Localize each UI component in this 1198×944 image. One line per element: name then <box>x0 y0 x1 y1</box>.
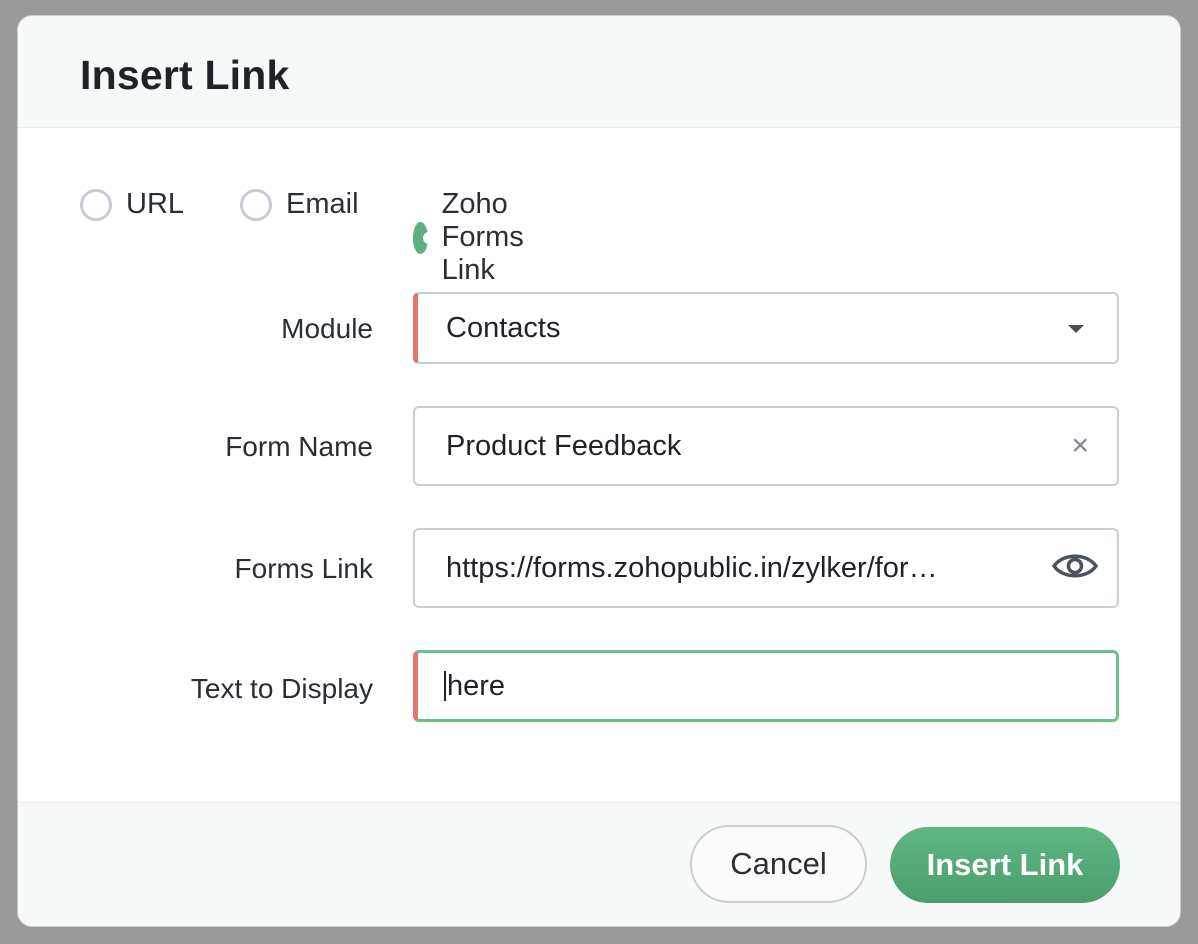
radio-zoho-forms-link[interactable]: Zoho Forms Link <box>413 188 541 287</box>
dialog-footer: Cancel Insert Link <box>18 802 1180 926</box>
module-label: Module <box>281 313 373 344</box>
forms-link-label: Forms Link <box>234 553 373 584</box>
eye-icon[interactable] <box>1051 550 1099 587</box>
forms-link-field[interactable]: https://forms.zohopublic.in/zylker/for… <box>413 528 1119 608</box>
module-row: Module Contacts <box>18 292 1180 364</box>
text-to-display-row: Text to Display here <box>18 650 1180 722</box>
text-to-display-value: here <box>447 669 506 702</box>
form-name-value: Product Feedback <box>446 429 682 462</box>
radio-zoho-forms-link-circle[interactable] <box>413 221 435 254</box>
dialog-title: Insert Link <box>80 52 290 98</box>
radio-zoho-forms-link-label[interactable]: Zoho Forms Link <box>442 188 542 287</box>
dialog-header: Insert Link <box>18 16 1180 128</box>
module-select-value: Contacts <box>446 311 561 344</box>
radio-url-circle[interactable] <box>80 188 112 221</box>
close-icon[interactable]: × <box>1071 431 1089 461</box>
chevron-down-icon[interactable] <box>1068 325 1084 333</box>
radio-url-label[interactable]: URL <box>126 188 184 221</box>
radio-url[interactable]: URL <box>80 188 184 221</box>
form-name-row: Form Name Product Feedback × <box>18 406 1180 486</box>
text-to-display-input[interactable]: here <box>413 650 1119 722</box>
form-name-field[interactable]: Product Feedback × <box>413 406 1119 486</box>
insert-link-dialog: Insert Link URL Email Zoho Forms Link Mo… <box>18 16 1180 926</box>
text-to-display-label: Text to Display <box>190 673 373 704</box>
forms-link-value: https://forms.zohopublic.in/zylker/for… <box>446 551 938 584</box>
radio-email-label[interactable]: Email <box>286 188 359 221</box>
module-select[interactable]: Contacts <box>413 292 1119 364</box>
form-name-label: Form Name <box>225 431 373 462</box>
text-cursor <box>444 671 446 701</box>
insert-link-button[interactable]: Insert Link <box>890 827 1120 903</box>
cancel-button[interactable]: Cancel <box>690 825 867 903</box>
radio-email-circle[interactable] <box>240 188 272 221</box>
forms-link-row: Forms Link https://forms.zohopublic.in/z… <box>18 528 1180 608</box>
radio-email[interactable]: Email <box>240 188 359 221</box>
